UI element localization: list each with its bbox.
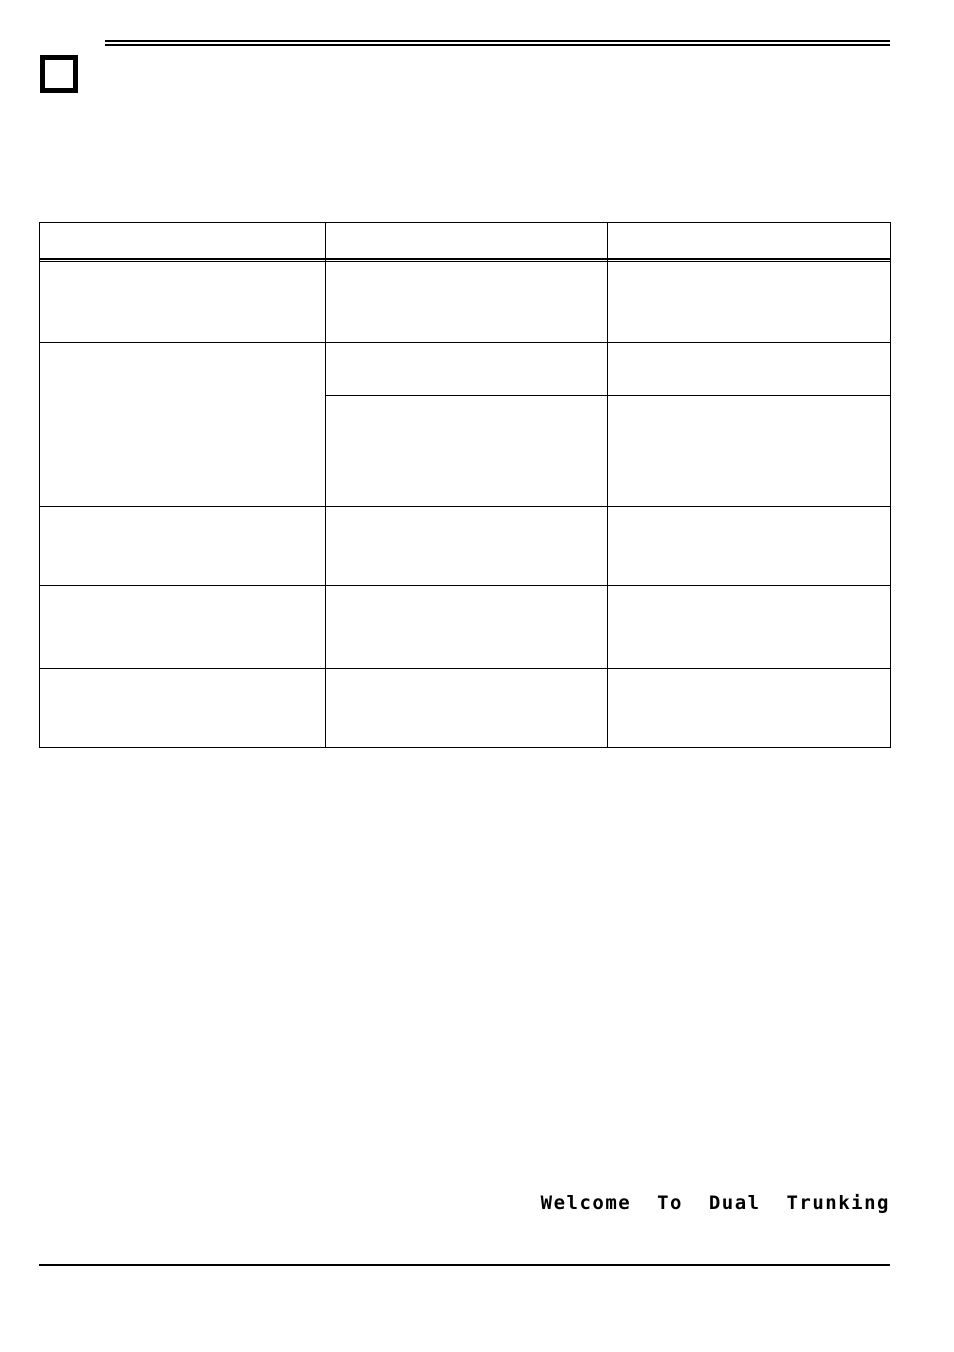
table-cell [39, 506, 326, 586]
table-header-row [39, 222, 891, 260]
table-row [39, 342, 891, 507]
table-cell [607, 395, 891, 507]
table-row [39, 668, 891, 748]
specification-table [39, 222, 891, 748]
table-cell [325, 259, 608, 343]
table-cell [607, 259, 891, 343]
footer-rule [39, 1264, 890, 1266]
table-cell [607, 342, 891, 396]
column-header-1 [39, 222, 326, 260]
table-cell [39, 668, 326, 748]
document-page: Welcome To Dual Trunking [0, 0, 954, 1352]
table-body [39, 259, 891, 748]
table-cell [39, 585, 326, 669]
table-cell [607, 585, 891, 669]
table-cell [325, 395, 608, 507]
page-marker-frame [40, 55, 78, 93]
table-cell [325, 668, 608, 748]
table-cell-merged [39, 342, 326, 507]
table-row [39, 259, 891, 343]
table-row [39, 585, 891, 669]
header-double-rule [105, 40, 890, 46]
column-header-3 [607, 222, 891, 260]
table-cell [607, 668, 891, 748]
table-cell [325, 585, 608, 669]
column-header-2 [325, 222, 608, 260]
table-cell [325, 506, 608, 586]
table-cell [39, 259, 326, 343]
page-marker-square-icon [40, 55, 78, 93]
table-row [39, 506, 891, 586]
table-cell [607, 506, 891, 586]
table-header [39, 222, 891, 260]
lcd-display-readout: Welcome To Dual Trunking [540, 1192, 890, 1214]
table-cell [325, 342, 608, 396]
